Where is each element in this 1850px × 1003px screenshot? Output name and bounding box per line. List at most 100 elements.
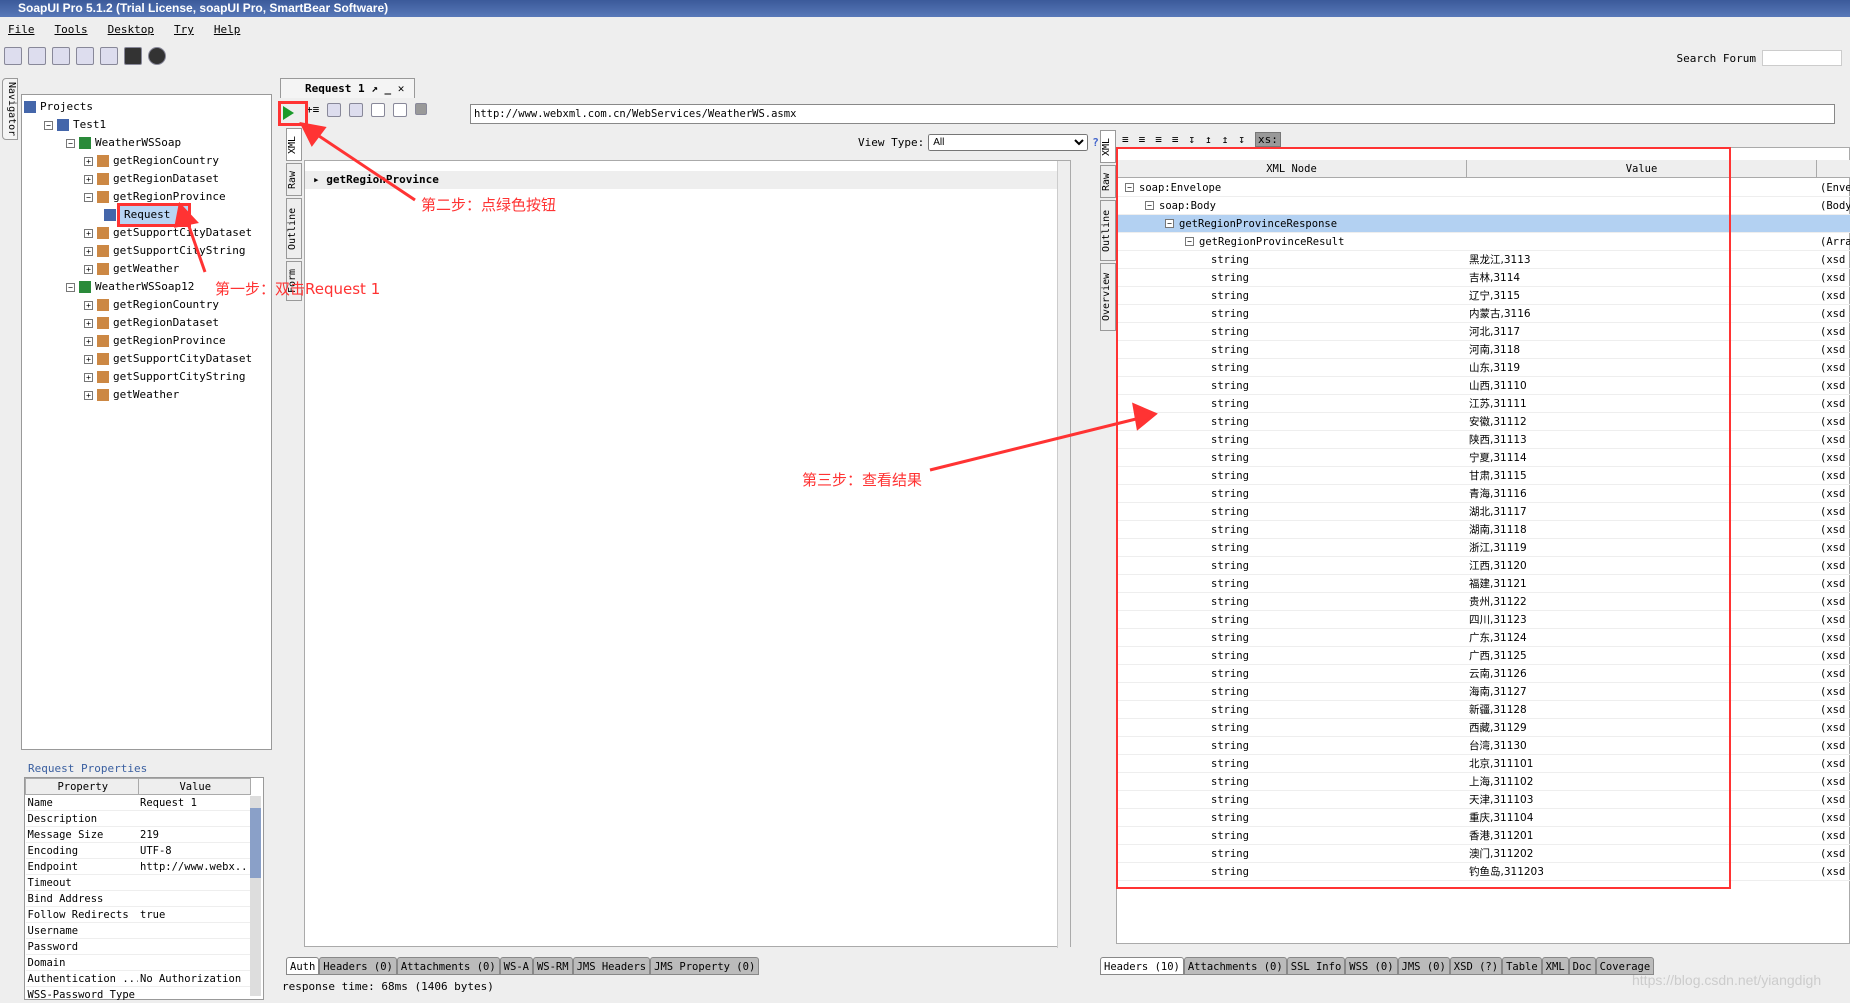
expand-icon[interactable]: + xyxy=(84,228,93,238)
endpoint-url-input[interactable]: http://www.webxml.com.cn/WebServices/Wea… xyxy=(470,104,1835,124)
menu-desktop[interactable]: Desktop xyxy=(108,20,154,40)
view-tab-raw[interactable]: Raw xyxy=(1100,165,1116,198)
bottom-tab[interactable]: Attachments (0) xyxy=(1183,957,1287,975)
refresh-icon[interactable] xyxy=(349,103,364,117)
expand-icon[interactable]: + xyxy=(84,354,93,364)
property-row[interactable]: Username xyxy=(25,922,251,939)
clone-icon[interactable] xyxy=(393,103,408,117)
tree-item[interactable]: − Test1 xyxy=(44,116,106,134)
tree-item[interactable]: + getRegionCountry xyxy=(84,152,219,170)
tree-item[interactable]: + getSupportCityString xyxy=(84,242,245,260)
close-icon[interactable]: ↗ _ ✕ xyxy=(371,82,404,95)
users-icon[interactable] xyxy=(76,47,94,65)
tree-item[interactable]: Request 1 xyxy=(104,203,191,227)
save-all-icon[interactable] xyxy=(52,47,70,65)
tree-item[interactable]: Projects xyxy=(24,98,93,116)
bottom-tab[interactable]: JMS (0) xyxy=(1397,957,1450,975)
tab-request-1[interactable]: Request 1 ↗ _ ✕ xyxy=(280,78,415,98)
tree-item[interactable]: − WeatherWSSoap12 xyxy=(66,278,194,296)
view-type-select[interactable]: All xyxy=(928,134,1089,151)
expand-icon[interactable]: − xyxy=(66,282,75,292)
new-project-icon[interactable] xyxy=(4,47,22,65)
view-tab-outline[interactable]: Outline xyxy=(286,198,302,259)
import-icon[interactable] xyxy=(28,47,46,65)
expand-icon[interactable]: + xyxy=(84,174,93,184)
expand-icon[interactable]: + xyxy=(84,264,93,274)
request-editor[interactable]: ▸ getRegionProvince xyxy=(304,160,1071,948)
xs-button[interactable]: xs: xyxy=(1254,132,1281,147)
property-row[interactable]: Message Size 219 xyxy=(25,826,251,843)
bottom-tab[interactable]: Table xyxy=(1502,957,1542,975)
request-vscrollbar[interactable] xyxy=(1057,161,1070,948)
expand-icon[interactable]: − xyxy=(66,138,75,148)
tree-item[interactable]: + getRegionProvince xyxy=(84,332,226,350)
bottom-tab[interactable]: Attachments (0) xyxy=(396,957,500,975)
property-row[interactable]: Bind Address xyxy=(25,890,251,907)
preferences-icon[interactable] xyxy=(100,47,118,65)
tree-item[interactable]: − WeatherWSSoap xyxy=(66,134,181,152)
property-row[interactable]: Description xyxy=(25,810,251,827)
expand-icon[interactable]: + xyxy=(84,390,93,400)
request-root-node[interactable]: ▸ getRegionProvince xyxy=(305,171,1070,189)
help-icon[interactable]: ? xyxy=(1092,136,1099,149)
col-property[interactable]: Property xyxy=(25,778,139,795)
bottom-tab[interactable]: WS-RM xyxy=(532,957,573,975)
tree-item[interactable]: + getRegionDataset xyxy=(84,314,219,332)
bottom-tab[interactable]: Headers (10) xyxy=(1100,957,1184,975)
menu-file[interactable]: File xyxy=(8,20,35,40)
tree-item[interactable]: + getRegionCountry xyxy=(84,296,219,314)
view-tab-outline[interactable]: Outline xyxy=(1100,200,1116,261)
view-tab-xml[interactable]: XML xyxy=(286,128,302,161)
tree-item[interactable]: + getWeather xyxy=(84,386,179,404)
property-row[interactable]: Follow Redirects true xyxy=(25,906,251,923)
tree-item[interactable]: + getSupportCityDataset xyxy=(84,350,252,368)
help-icon[interactable] xyxy=(148,47,166,65)
bottom-tab[interactable]: WSS (0) xyxy=(1345,957,1398,975)
expand-icon[interactable]: + xyxy=(84,156,93,166)
bottom-tab[interactable]: WS-A xyxy=(499,957,533,975)
expand-icon[interactable]: − xyxy=(44,120,53,130)
bottom-tab[interactable]: XSD (?) xyxy=(1449,957,1503,975)
expand-icon[interactable]: + xyxy=(84,246,93,256)
property-row[interactable]: Name Request 1 xyxy=(25,794,251,811)
property-row[interactable]: WSS-Password Type xyxy=(25,986,251,1003)
bottom-tab[interactable]: XML xyxy=(1541,957,1569,975)
format-icon[interactable] xyxy=(327,103,342,117)
property-row[interactable]: Endpoint http://www.webx... xyxy=(25,858,251,875)
tree-item[interactable]: + getRegionDataset xyxy=(84,170,219,188)
expand-icon[interactable]: + xyxy=(84,336,93,346)
bottom-tab[interactable]: JMS Headers xyxy=(572,957,651,975)
menu-try[interactable]: Try xyxy=(174,20,194,40)
property-value xyxy=(138,810,251,827)
split-icon[interactable] xyxy=(371,103,386,117)
bottom-tab[interactable]: Doc xyxy=(1568,957,1596,975)
tree-item[interactable]: + getSupportCityDataset xyxy=(84,224,252,242)
expand-icon[interactable]: + xyxy=(84,300,93,310)
stop-icon[interactable] xyxy=(415,103,428,115)
bottom-tab[interactable]: Headers (0) xyxy=(319,957,397,975)
tree-item[interactable]: + getWeather xyxy=(84,260,179,278)
menu-tools[interactable]: Tools xyxy=(55,20,88,40)
col-value[interactable]: Value xyxy=(137,778,251,795)
property-row[interactable]: Domain xyxy=(25,954,251,971)
bottom-tab[interactable]: JMS Property (0) xyxy=(650,957,760,975)
bottom-tab[interactable]: SSL Info xyxy=(1286,957,1346,975)
property-row[interactable]: Timeout xyxy=(25,874,251,891)
view-tab-overview[interactable]: Overview xyxy=(1100,263,1116,331)
tree-item[interactable]: + getSupportCityString xyxy=(84,368,245,386)
property-row[interactable]: Password xyxy=(25,938,251,955)
view-tab-raw[interactable]: Raw xyxy=(286,163,302,196)
bottom-tab[interactable]: Auth xyxy=(286,957,320,975)
expand-icon[interactable]: + xyxy=(84,318,93,328)
property-row[interactable]: Encoding UTF-8 xyxy=(25,842,251,859)
navigator-tab[interactable]: Navigator xyxy=(2,78,18,140)
property-row[interactable]: Authentication ... No Authorization xyxy=(25,970,251,987)
expand-icon[interactable]: − xyxy=(84,192,93,202)
search-forum-input[interactable] xyxy=(1762,50,1842,66)
expand-icon[interactable]: + xyxy=(84,372,93,382)
view-tab-xml[interactable]: XML xyxy=(1100,130,1116,163)
proxy-icon[interactable] xyxy=(124,47,142,65)
tree-item[interactable]: − getRegionProvince xyxy=(84,188,226,206)
menu-help[interactable]: Help xyxy=(214,20,241,40)
properties-scrollbar[interactable] xyxy=(250,796,261,996)
